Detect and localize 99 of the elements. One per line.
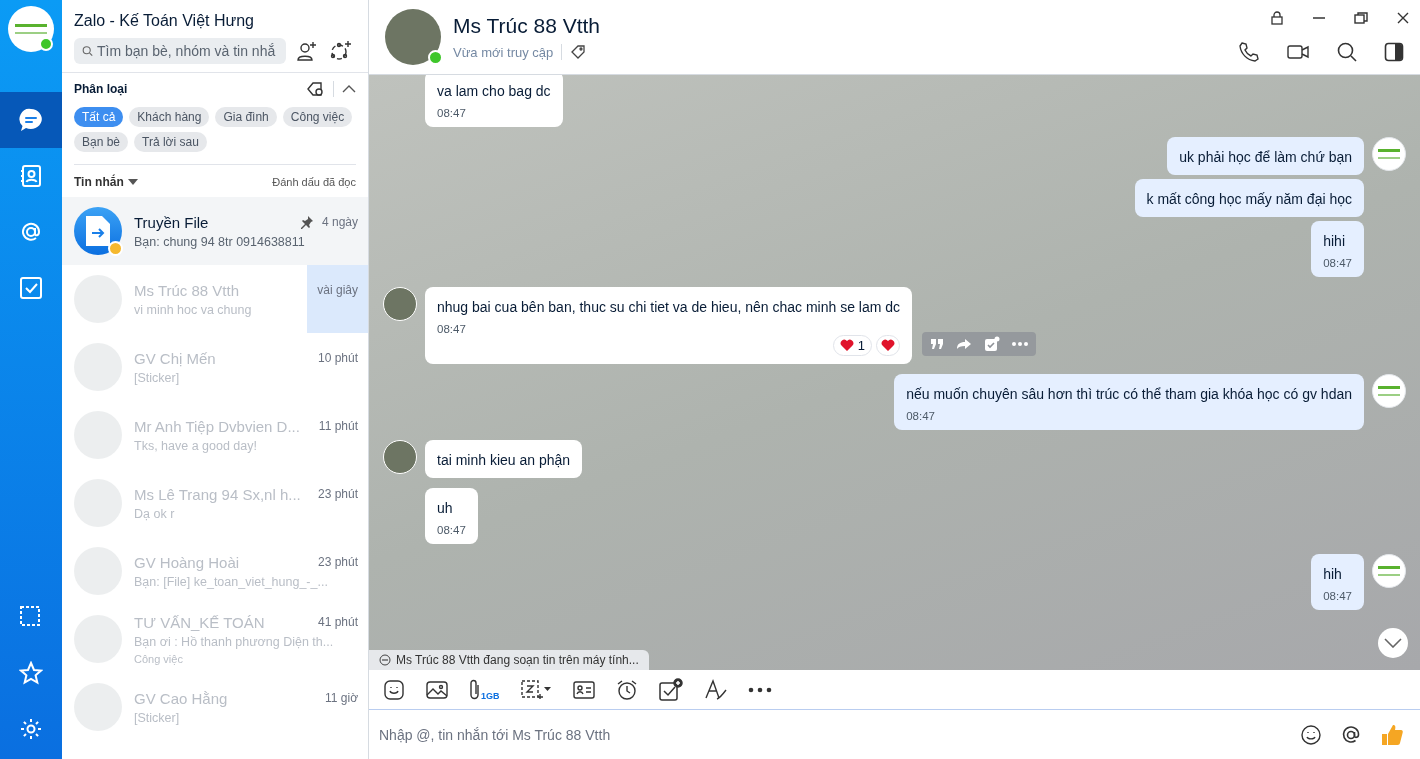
message-preview: Dạ ok r <box>134 506 175 521</box>
screenshot-dropdown-icon[interactable] <box>519 678 552 701</box>
heart-icon <box>839 339 854 352</box>
typing-indicator: Ms Trúc 88 Vtth đang soạn tin trên máy tính... <box>369 650 649 670</box>
close-icon[interactable] <box>1396 11 1410 25</box>
attachment-button[interactable]: 1GB <box>469 678 500 701</box>
profile-avatar[interactable] <box>8 6 54 52</box>
messages-filter-dropdown[interactable]: Tin nhắn <box>74 175 138 189</box>
heart-icon <box>881 339 896 352</box>
contacts-icon <box>18 163 44 189</box>
message-time: 08:47 <box>1323 257 1352 269</box>
contact-name: Ms Trúc 88 Vtth <box>134 281 241 299</box>
category-tag[interactable]: Bạn bè <box>74 132 129 152</box>
category-tag[interactable]: Khách hàng <box>129 107 210 127</box>
checklist-icon <box>18 275 44 301</box>
contact-name: Ms Lê Trang 94 Sx,nl h... <box>134 485 302 503</box>
contact-name: Truyền File <box>134 213 210 231</box>
conversation-time: 41 phút <box>317 615 358 629</box>
contact-avatar-placeholder <box>385 9 441 65</box>
file-transfer-icon <box>74 207 122 255</box>
message-text: uh <box>437 499 454 518</box>
caret-icon <box>127 179 138 185</box>
chevron-down-icon <box>1384 638 1402 648</box>
message-preview: [Sticker] <box>134 370 180 385</box>
contact-name: GV Hoàng Hoài <box>134 553 241 571</box>
message-text: nếu muốn chuyên sâu hơn thì trúc có thể tham gia khóa học có gv hdan <box>906 385 1352 404</box>
tag-icon[interactable] <box>570 44 587 60</box>
sidebar-tab[interactable] <box>0 92 62 148</box>
search-icon <box>82 44 93 58</box>
quote-icon[interactable] <box>930 338 945 350</box>
contact-name: GV Cao Hằng <box>134 689 229 707</box>
message-text: tai minh kieu an phận <box>437 451 571 470</box>
conversation-time: 23 phút <box>317 555 358 569</box>
category-tag[interactable]: Tất cả <box>74 107 124 127</box>
add-friend-icon[interactable] <box>296 40 318 62</box>
search-icon[interactable] <box>1336 41 1358 63</box>
emoji-icon[interactable] <box>1300 723 1322 746</box>
text-format-icon[interactable] <box>703 678 728 701</box>
message-time: 08:47 <box>437 323 467 335</box>
thumbs-up-icon[interactable] <box>1380 722 1404 747</box>
image-icon[interactable] <box>425 678 449 701</box>
category-tag[interactable]: Công việc <box>282 107 353 127</box>
conversation-item[interactable]: Truyền File 4 ngày Bạn: chung 94 8tr 0914638811 <box>62 197 368 265</box>
contact-card-icon[interactable] <box>571 678 596 701</box>
collapse-icon[interactable] <box>342 84 356 94</box>
message-text: k mất công học mấy năm đại học <box>1146 190 1352 209</box>
category-tag[interactable]: Trả lời sau <box>134 132 207 152</box>
message-preview: vi minh hoc va chung <box>134 302 252 317</box>
restore-icon[interactable] <box>1354 11 1368 25</box>
message-preview: Bạn: [File] ke_toan_viet_hung_-_... <box>134 574 328 589</box>
heart-react-button[interactable] <box>876 335 901 356</box>
conversation-time: 4 ngày <box>321 215 358 229</box>
conversation-time: 10 phút <box>317 351 358 365</box>
message-text: uk phải học để làm chứ bạn <box>1179 148 1352 167</box>
category-tag[interactable]: Gia đình <box>215 107 277 127</box>
message-preview: [Sticker] <box>134 710 180 725</box>
message-time: 08:47 <box>437 107 467 119</box>
task-icon[interactable] <box>657 677 684 702</box>
contact-status: Vừa mới truy cập <box>453 44 554 60</box>
contact-name: Ms Trúc 88 Vtth <box>453 14 602 38</box>
reaction-count[interactable]: 1 <box>832 335 873 356</box>
side-panel-icon[interactable] <box>1384 42 1404 62</box>
search-field[interactable]: Tìm bạn bè, nhóm và tin nhắ <box>74 38 286 64</box>
star-icon[interactable] <box>19 661 43 685</box>
mark-read-link[interactable]: Đánh dấu đã đọc <box>272 176 356 188</box>
conversation-time: 11 giờ <box>325 691 358 705</box>
conversation-time: vài giây <box>317 283 358 297</box>
contact-name: GV Chị Mến <box>134 349 217 367</box>
app-title: Zalo - Kế Toán Việt Hưng <box>74 12 255 30</box>
message-time: 08:47 <box>1323 590 1352 602</box>
message-time: 08:47 <box>906 410 936 422</box>
message-text: hihi <box>1323 232 1346 251</box>
message-preview: Bạn ơi : Hồ thanh phương Diện th... <box>134 634 334 649</box>
chat-icon <box>18 107 44 133</box>
conversation-time: 23 phút <box>317 487 358 501</box>
paperclip-icon <box>469 678 481 701</box>
message-time: 08:47 <box>437 524 466 536</box>
filter-title: Phân loại <box>74 82 129 96</box>
conversation-label: Công việc <box>134 652 184 665</box>
conversation-time: 11 phút <box>318 419 358 433</box>
message-text: nhug bai cua bên ban, thuc su chi tiet va de hieu, nên chac minh se lam dc <box>437 298 901 317</box>
lock-icon[interactable] <box>1270 11 1284 25</box>
settings-icon[interactable] <box>19 717 43 741</box>
tag-settings-icon[interactable] <box>307 81 325 97</box>
create-group-icon[interactable] <box>328 40 352 62</box>
screenshot-icon[interactable] <box>19 605 43 629</box>
contact-name: Mr Anh Tiệp Dvbvien D... <box>134 417 301 435</box>
alarm-clock-icon[interactable] <box>615 678 638 701</box>
scroll-down-button[interactable] <box>1378 628 1408 658</box>
message-text: hih <box>1323 565 1343 584</box>
message-preview: Tks, have a good day! <box>134 438 257 453</box>
message-preview: Bạn: chung 94 8tr 0914638811 <box>134 234 305 249</box>
more-icon[interactable] <box>747 686 772 693</box>
contact-name: TƯ VẤN_KẾ TOÁN <box>134 613 266 631</box>
mention-icon[interactable] <box>1340 723 1362 746</box>
message-text: va lam cho bag dc <box>437 82 551 101</box>
sticker-icon[interactable] <box>383 678 405 701</box>
phone-icon[interactable] <box>1238 41 1260 63</box>
forward-icon[interactable] <box>956 338 973 350</box>
